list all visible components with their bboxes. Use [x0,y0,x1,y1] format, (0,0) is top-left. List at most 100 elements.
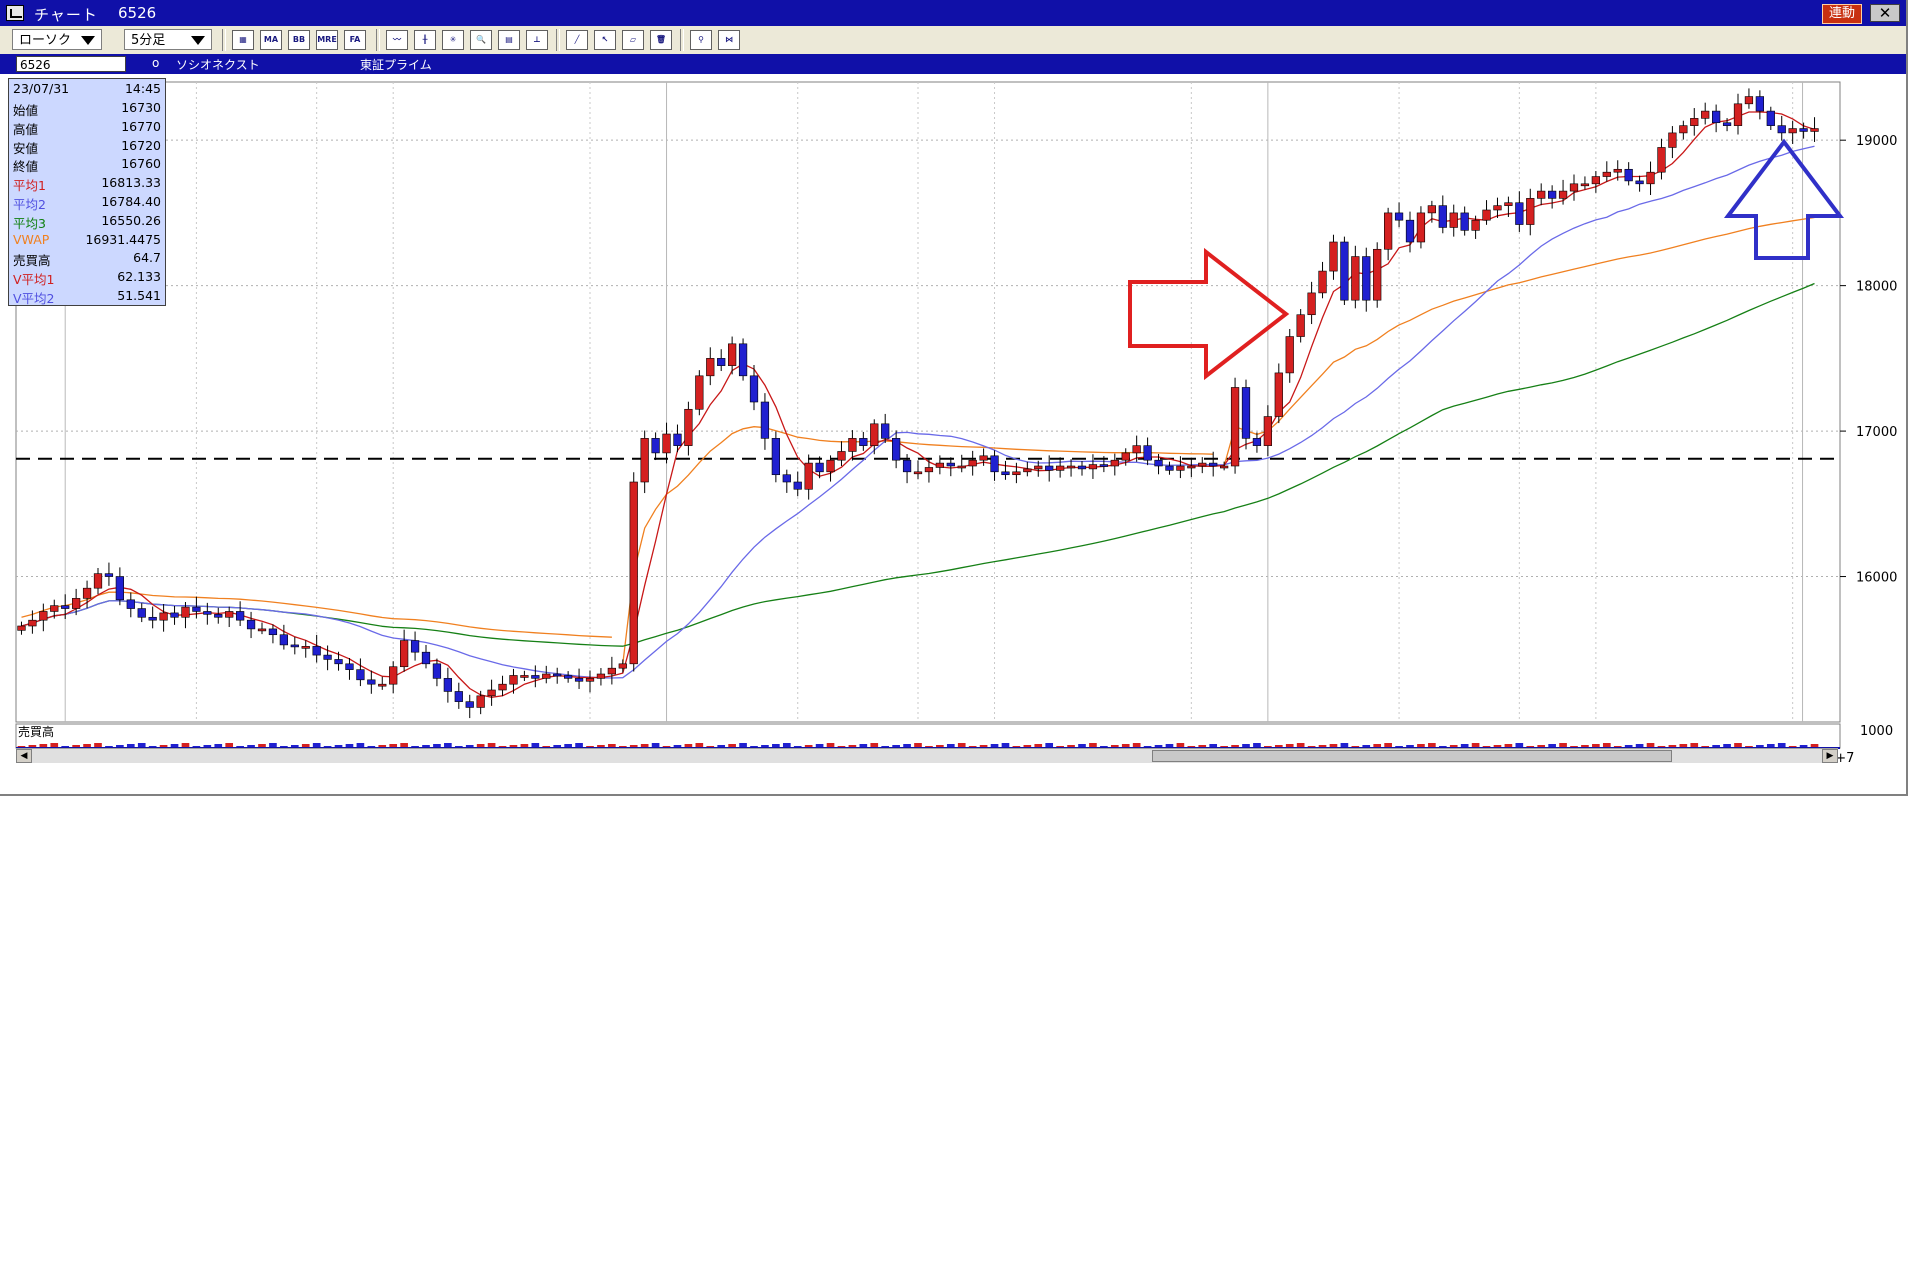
ohlc-row: 始値 16730 [13,100,161,118]
link-button[interactable]: 連動 [1821,4,1862,24]
scroll-thumb[interactable] [1152,750,1672,762]
chart-settings-icon[interactable]: ▦ [232,30,254,50]
candle [618,663,627,669]
candle [1733,103,1743,126]
chart-type-value: ローソク [19,33,72,48]
candle [1460,212,1469,231]
eraser-icon[interactable]: ▱ [622,30,644,50]
candle [159,612,168,621]
candle [1296,314,1305,337]
candle [246,619,256,630]
candle [979,455,988,461]
symbol-code-input[interactable]: 6526 [16,56,126,72]
candle [1788,128,1797,134]
candle [345,663,354,670]
candle-icon[interactable]: ╫ [414,30,436,50]
candle [935,462,944,468]
candle [50,605,59,612]
candle [28,619,37,627]
fibonacci-icon[interactable]: ⋈ [718,30,740,50]
ohlc-row: 平均2 16784.40 [13,194,161,212]
candle [137,608,146,618]
candle [236,611,245,621]
ohlc-row: 平均3 16550.26 [13,213,161,231]
bb-button[interactable]: BB [288,30,310,50]
interval-select[interactable]: 5分足 [124,29,212,50]
candle [771,438,780,476]
ohlc-row-value: 62.133 [117,269,161,285]
horizontal-scrollbar[interactable]: ◀ ▶ [16,748,1838,763]
candle [1176,465,1185,471]
chart-window: チャート 6526 連動 ✕ ローソク 5分足 ▦ MA BB MRE FA 〰… [0,0,1908,796]
candle [17,625,26,631]
fa-button[interactable]: FA [344,30,366,50]
candle [1121,452,1130,461]
candle [1230,387,1240,467]
candle [596,673,606,679]
candle [1777,125,1786,134]
candle [902,459,912,473]
candle [1799,128,1808,132]
candle [662,433,671,454]
ma-button[interactable]: MA [260,30,282,50]
candle [1755,96,1764,112]
ohlc-row: 平均1 16813.33 [13,175,161,193]
scroll-right-icon[interactable]: ▶ [1822,749,1838,763]
ohlc-row-label: 平均2 [13,197,46,212]
candle [465,701,474,708]
close-icon[interactable]: ✕ [1870,4,1900,22]
candle [1263,416,1272,446]
candle [400,640,409,668]
y-tick-label: 18000 [1856,280,1897,295]
candle [1329,241,1338,272]
trash-icon[interactable]: 🗑 [650,30,672,50]
candle [651,438,660,454]
candle [924,467,934,473]
data-icon[interactable]: ▤ [498,30,520,50]
candle [1766,110,1775,126]
ohlc-row-label: 始値 [13,103,39,118]
candle [1220,465,1229,469]
candle [1285,336,1294,374]
search-icon[interactable]: ⚲ [690,30,712,50]
ohlc-row-value: 16730 [121,100,161,115]
candle [279,634,288,646]
chart-type-select[interactable]: ローソク [12,29,102,50]
candle [389,666,398,685]
candle [585,678,595,682]
draw-line-icon[interactable]: ╱ [566,30,588,50]
mre-button[interactable]: MRE [316,30,338,50]
candle [1252,438,1262,446]
candle [39,611,48,621]
candle [1657,147,1666,173]
ohlc-row-value: 51.541 [117,288,161,303]
levels-icon[interactable]: ⊥ [526,30,548,50]
cross-icon[interactable]: ✳ [442,30,464,50]
cursor-icon[interactable]: ↖ [594,30,616,50]
candle [520,675,529,678]
chart-app-icon [6,5,24,21]
candle [1515,202,1524,225]
zoom-icon[interactable]: 🔍 [470,30,492,50]
candle [378,683,387,687]
candle [323,654,332,660]
price-chart[interactable]: 160001700018000190009:0010:0011:0012:301… [0,74,1906,796]
candle [1635,180,1644,185]
candle [1405,219,1415,243]
y-tick-label: 16000 [1856,571,1897,586]
candle [684,408,693,446]
candle [498,683,507,691]
candle [1056,465,1065,471]
scroll-left-icon[interactable]: ◀ [16,749,32,763]
candle [1537,190,1546,199]
candle [1493,205,1502,211]
candle [1143,445,1152,461]
candle [1810,128,1819,132]
line-icon[interactable]: 〰 [386,30,408,50]
candle [717,358,726,366]
candle [225,611,234,618]
candle [870,423,879,446]
ohlc-row-value: 16813.33 [101,175,161,191]
candle [432,663,442,679]
ohlc-row-label: 安値 [13,140,39,156]
